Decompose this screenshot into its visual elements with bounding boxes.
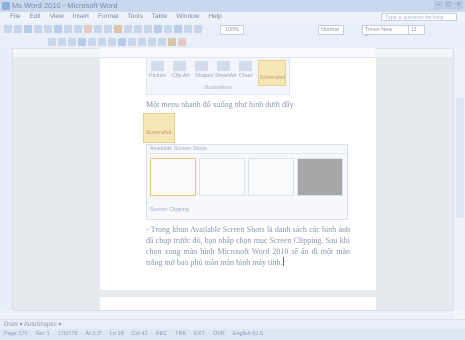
status-trk[interactable]: TRK (175, 331, 186, 337)
align-left-icon[interactable] (78, 38, 86, 46)
highlight-icon[interactable] (168, 38, 176, 46)
paragraph-body-text: - Trong khun Available Screen Shots là d… (146, 225, 350, 267)
font-select[interactable]: Times New Roman (362, 25, 410, 41)
menu-table[interactable]: Table (152, 13, 168, 20)
menu-tools[interactable]: Tools (128, 13, 143, 20)
paragraph-body[interactable]: - Trong khun Available Screen Shots là d… (146, 224, 350, 268)
status-position: At 3.3" (85, 331, 102, 337)
print-icon[interactable] (54, 25, 62, 33)
title-bar: Ms Word 2010 - Microsoft Word – □ × (0, 0, 465, 12)
menu-file[interactable]: File (10, 13, 20, 20)
ribbon-screenshot-label: Screenshot (260, 75, 286, 81)
close-button[interactable]: × (454, 1, 463, 9)
maximize-button[interactable]: □ (444, 1, 453, 9)
bullets-icon[interactable] (138, 38, 146, 46)
available-screenshots-panel: Available Screen Shots Screen Clipping (146, 144, 348, 220)
cut-icon[interactable] (94, 25, 102, 33)
menu-insert[interactable]: Insert (73, 13, 89, 20)
draw-menu[interactable]: Draw ▾ AutoShapes ▾ (4, 321, 61, 328)
spelling-icon[interactable] (74, 25, 82, 33)
font-size-select[interactable]: 11 (408, 25, 425, 35)
align-right-icon[interactable] (98, 38, 106, 46)
panel-title: Available Screen Shots (147, 145, 347, 154)
justify-icon[interactable] (108, 38, 116, 46)
status-language: English (U.S (232, 331, 264, 337)
line-spacing-icon[interactable] (118, 38, 126, 46)
menu-help[interactable]: Help (208, 13, 221, 20)
numbering-icon[interactable] (128, 38, 136, 46)
chart-icon (239, 61, 252, 71)
clip-art-icon (173, 61, 186, 71)
email-icon[interactable] (44, 25, 52, 33)
screenshot-thumbnail (297, 158, 343, 196)
scroll-thumb[interactable] (456, 98, 464, 218)
minimize-button[interactable]: – (434, 1, 443, 9)
style-select[interactable]: Normal (318, 25, 344, 35)
screen-clipping-label: Screen Clipping (150, 207, 189, 213)
screenshot-thumbnail (199, 158, 245, 196)
screenshot-icon: Screenshot (143, 113, 175, 143)
shapes-icon (195, 61, 208, 71)
status-line: Ln 18 (109, 331, 124, 337)
align-center-icon[interactable] (88, 38, 96, 46)
screenshot-thumbnails (150, 158, 343, 196)
ribbon-clipart-label: Clip Art (172, 73, 190, 79)
save-icon[interactable] (24, 25, 32, 33)
status-page-count: 175/178 (57, 331, 78, 337)
status-ext[interactable]: EXT (194, 331, 205, 337)
status-ovr[interactable]: OVR (213, 331, 225, 337)
ribbon-picture-label: Picture (149, 73, 167, 79)
underline-icon[interactable] (68, 38, 76, 46)
window-controls: – □ × (434, 1, 463, 9)
screenshot-thumbnail (248, 158, 294, 196)
paragraph-intro: Một menu nhanh đổ xuống như hình dưới đâ… (146, 100, 294, 109)
insert-table-icon[interactable] (174, 25, 182, 33)
print-preview-icon[interactable] (64, 25, 72, 33)
picture-icon (151, 61, 164, 71)
columns-icon[interactable] (194, 25, 202, 33)
status-page: Page 175 (4, 331, 28, 337)
italic-icon[interactable] (58, 38, 66, 46)
text-cursor (283, 257, 285, 266)
view-buttons[interactable] (0, 310, 13, 319)
screenshot-thumbnail (150, 158, 196, 196)
status-section: Sec 1 (35, 331, 50, 337)
screenshot-icon-label: Screenshot (146, 130, 172, 136)
menu-edit[interactable]: Edit (29, 13, 40, 20)
next-document-page[interactable] (100, 297, 376, 310)
tables-borders-icon[interactable] (164, 25, 172, 33)
ribbon-chart-label: Chart (239, 73, 253, 79)
window-title: Ms Word 2010 - Microsoft Word (12, 1, 118, 10)
hyperlink-icon[interactable] (154, 25, 162, 33)
screenshot-ribbon-button: Screenshot (258, 60, 286, 86)
copy-icon[interactable] (104, 25, 112, 33)
vertical-ruler (0, 48, 13, 310)
status-column: Col 42 (131, 331, 148, 337)
status-rec[interactable]: REC (156, 331, 168, 337)
zoom-select[interactable]: 100% (220, 25, 244, 35)
increase-indent-icon[interactable] (158, 38, 166, 46)
help-search-input[interactable]: Type a question for help (381, 13, 457, 21)
menu-view[interactable]: View (50, 13, 64, 20)
new-icon[interactable] (4, 25, 12, 33)
ribbon-shapes-label: Shapes (195, 73, 214, 79)
bold-icon[interactable] (48, 38, 56, 46)
undo-icon[interactable] (134, 25, 142, 33)
font-color-icon[interactable] (178, 38, 186, 46)
menu-format[interactable]: Format (98, 13, 119, 20)
smartart-icon (217, 61, 230, 71)
research-icon[interactable] (84, 25, 92, 33)
insert-excel-icon[interactable] (184, 25, 192, 33)
vertical-scrollbar[interactable] (453, 48, 465, 310)
ribbon-smartart-label: SmartArt (215, 73, 237, 79)
word-app-icon[interactable] (2, 2, 10, 10)
redo-icon[interactable] (144, 25, 152, 33)
menu-window[interactable]: Window (176, 13, 199, 20)
permission-icon[interactable] (34, 25, 42, 33)
format-painter-icon[interactable] (124, 25, 132, 33)
open-icon[interactable] (14, 25, 22, 33)
status-bar: Page 175 Sec 1 175/178 At 3.3" Ln 18 Col… (0, 329, 465, 340)
decrease-indent-icon[interactable] (148, 38, 156, 46)
paste-icon[interactable] (114, 25, 122, 33)
